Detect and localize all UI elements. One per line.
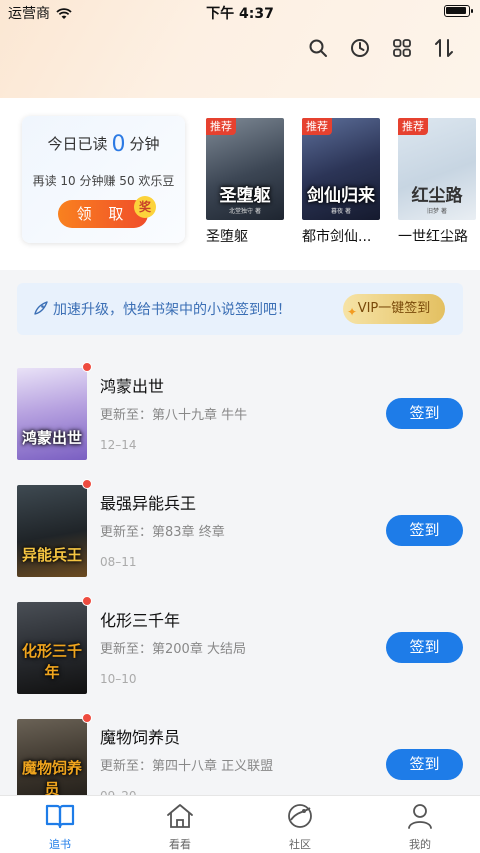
recommended-book-cover[interactable]: 推荐 圣堕躯 北堂独守 著 — [206, 118, 284, 220]
sort-icon[interactable] — [430, 34, 458, 62]
latest-chapter: 第83章 终章 — [152, 525, 225, 540]
tab-label: 看看 — [169, 838, 191, 851]
recommended-book-cover[interactable]: 推荐 红尘路 旧梦 著 — [398, 118, 476, 220]
header-area: 运营商 下午 4:37 — [0, 0, 480, 98]
book-update: 更新至：第200章 大结局 — [100, 638, 246, 657]
community-icon — [285, 802, 315, 834]
book-update: 更新至：第四十八章 正义联盟 — [100, 755, 273, 774]
tab-label: 追书 — [49, 838, 71, 851]
toolbar — [304, 34, 458, 62]
status-bar: 运营商 下午 4:37 — [0, 0, 480, 24]
sign-banner-text: 加速升级，快给书架中的小说签到吧！ — [53, 302, 291, 318]
cover-title: 魔物饲养员 — [21, 759, 82, 798]
recommended-book-name[interactable]: 圣堕躯 — [206, 226, 290, 246]
sign-in-button[interactable]: 签到 — [386, 398, 463, 429]
latest-chapter: 第200章 大结局 — [152, 642, 246, 657]
update-date: 08–11 — [100, 555, 137, 569]
book-update: 更新至：第83章 终章 — [100, 521, 225, 540]
unread-dot — [82, 479, 92, 489]
unread-dot — [82, 596, 92, 606]
book-title: 化形三千年 — [100, 611, 181, 630]
rocket-icon — [33, 300, 49, 320]
profile-icon — [405, 802, 435, 834]
cover-title: 异能兵王 — [21, 546, 82, 564]
book-update: 更新至：第八十九章 牛牛 — [100, 404, 247, 423]
list-item[interactable]: 异能兵王 最强异能兵王 更新至：第83章 终章 08–11 签到 — [0, 479, 480, 603]
history-clock-icon[interactable] — [346, 34, 374, 62]
reading-prefix: 今日已读 — [47, 135, 108, 153]
grid-view-icon[interactable] — [388, 34, 416, 62]
update-prefix: 更新至： — [100, 642, 153, 657]
reading-section: 今日已读 0 分钟 再读 10 分钟赚 50 欢乐豆 领 取 奖 推荐 圣堕躯 北堂… — [0, 98, 480, 270]
vip-one-click-sign-button[interactable]: ✦ VIP一键签到 — [343, 294, 445, 324]
reward-text: 再读 10 分钟赚 50 欢乐豆 — [32, 174, 175, 188]
tab-label: 社区 — [289, 838, 311, 851]
tab-profile[interactable]: 我的 — [360, 796, 480, 853]
tab-label: 我的 — [409, 838, 431, 851]
book-cover[interactable]: 化形三千年 — [17, 602, 87, 694]
update-prefix: 更新至： — [100, 408, 153, 423]
sign-in-banner: 加速升级，快给书架中的小说签到吧！ ✦ VIP一键签到 — [17, 283, 463, 335]
book-title: 魔物饲养员 — [100, 728, 181, 747]
book-cover[interactable]: 异能兵王 — [17, 485, 87, 577]
book-cover[interactable]: 鸿蒙出世 — [17, 368, 87, 460]
update-date: 10–10 — [100, 672, 137, 686]
status-time: 下午 4:37 — [206, 6, 274, 22]
cover-author: 暮夜 著 — [331, 208, 351, 215]
vip-button-label: VIP一键签到 — [357, 301, 431, 316]
recommended-book-name[interactable]: 一世红尘路 — [398, 226, 478, 246]
update-prefix: 更新至： — [100, 525, 153, 540]
list-item[interactable]: 鸿蒙出世 鸿蒙出世 更新至：第八十九章 牛牛 12–14 签到 — [0, 362, 480, 486]
cover-title: 化形三千年 — [21, 642, 82, 681]
sign-in-button[interactable]: 签到 — [386, 515, 463, 546]
tab-community[interactable]: 社区 — [240, 796, 360, 853]
reading-suffix: 分钟 — [129, 135, 160, 153]
battery-icon — [444, 5, 473, 17]
cover-title: 剑仙归来 — [307, 186, 375, 206]
update-date: 12–14 — [100, 438, 137, 452]
latest-chapter: 第四十八章 正义联盟 — [152, 759, 274, 774]
spark-icon: ✦ — [347, 305, 358, 319]
reading-minutes-value: 0 — [111, 132, 126, 157]
unread-dot — [82, 362, 92, 372]
sign-in-button[interactable]: 签到 — [386, 749, 463, 780]
cover-author: 北堂独守 著 — [229, 208, 261, 215]
book-icon — [45, 802, 75, 834]
recommend-tag: 推荐 — [206, 118, 236, 135]
update-prefix: 更新至： — [100, 759, 153, 774]
cover-title: 圣堕躯 — [219, 186, 271, 206]
book-title: 最强异能兵王 — [100, 494, 197, 513]
book-title: 鸿蒙出世 — [100, 377, 165, 396]
bottom-tab-bar: 追书 看看 社区 我的 — [0, 795, 480, 853]
reading-minutes-line: 今日已读 0 分钟 — [22, 132, 185, 157]
cover-title: 鸿蒙出世 — [21, 429, 82, 447]
daily-reading-card: 今日已读 0 分钟 再读 10 分钟赚 50 欢乐豆 领 取 奖 — [22, 116, 185, 243]
prize-badge: 奖 — [134, 196, 156, 218]
cover-author: 旧梦 著 — [427, 208, 447, 215]
cover-title: 红尘路 — [411, 186, 463, 206]
recommend-tag: 推荐 — [302, 118, 332, 135]
recommended-book-name[interactable]: 都市剑仙... — [302, 226, 386, 246]
unread-dot — [82, 713, 92, 723]
recommend-tag: 推荐 — [398, 118, 428, 135]
list-item[interactable]: 化形三千年 化形三千年 更新至：第200章 大结局 10–10 签到 — [0, 596, 480, 720]
tab-bookshelf[interactable]: 追书 — [0, 796, 120, 853]
tab-browse[interactable]: 看看 — [120, 796, 240, 853]
search-icon[interactable] — [304, 34, 332, 62]
recommended-book-cover[interactable]: 推荐 剑仙归来 暮夜 著 — [302, 118, 380, 220]
latest-chapter: 第八十九章 牛牛 — [152, 408, 248, 423]
home-icon — [165, 802, 195, 834]
sign-in-button[interactable]: 签到 — [386, 632, 463, 663]
